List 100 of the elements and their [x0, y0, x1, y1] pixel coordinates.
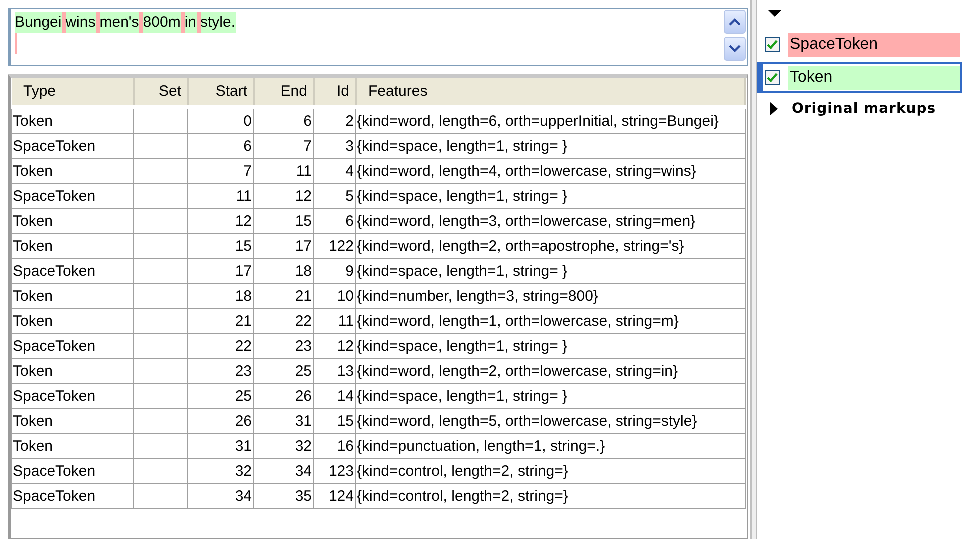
table-cell: 6 [254, 107, 314, 134]
table-cell: 23 [254, 334, 314, 358]
table-cell: 9 [314, 258, 356, 284]
table-cell: 11 [188, 184, 254, 208]
table-cell: 7 [188, 158, 254, 184]
column-header[interactable]: Set [134, 78, 188, 107]
table-cell: {kind=word, length=4, orth=lowercase, string=wins} [356, 158, 745, 184]
table-cell: 31 [188, 434, 254, 458]
table-cell: {kind=space, length=1, string= } [356, 334, 745, 358]
column-header[interactable]: End [254, 78, 314, 107]
column-header[interactable]: Type [12, 78, 134, 107]
token-text: Bungei [15, 12, 62, 33]
table-cell: 31 [254, 408, 314, 434]
token-text: wins [66, 12, 96, 33]
table-cell: {kind=space, length=1, string= } [356, 184, 745, 208]
table-cell: SpaceToken [12, 258, 134, 284]
table-cell: 15 [314, 408, 356, 434]
table-cell: 18 [254, 258, 314, 284]
table-cell: 16 [314, 434, 356, 458]
table-cell: Token [12, 408, 134, 434]
token-text: men [100, 12, 129, 33]
table-cell: {kind=space, length=1, string= } [356, 134, 745, 158]
table-cell: 25 [254, 358, 314, 384]
caret-up-icon [729, 18, 741, 26]
table-cell: {kind=punctuation, length=1, string=.} [356, 434, 745, 458]
table-cell: 32 [254, 434, 314, 458]
token-text: in [184, 12, 197, 33]
table-cell: Token [12, 434, 134, 458]
table-cell: {kind=number, length=3, string=800} [356, 284, 745, 308]
table-cell: 4 [314, 158, 356, 184]
table-cell: 7 [254, 134, 314, 158]
table-cell: 22 [188, 334, 254, 358]
table-cell: 122 [314, 234, 356, 258]
table-cell: SpaceToken [12, 458, 134, 484]
table-cell: SpaceToken [12, 484, 134, 508]
table-cell: 23 [188, 358, 254, 384]
table-cell: 15 [188, 234, 254, 258]
table-cell: SpaceToken [12, 134, 134, 158]
table-cell: {kind=word, length=2, orth=apostrophe, string='s} [356, 234, 745, 258]
table-cell: Token [12, 234, 134, 258]
table-cell: 26 [254, 384, 314, 408]
table-cell: 22 [254, 308, 314, 334]
table-cell: 26 [188, 408, 254, 434]
column-header[interactable]: Id [314, 78, 356, 107]
column-header[interactable]: Start [188, 78, 254, 107]
table-cell: 124 [314, 484, 356, 508]
token-text: style [200, 12, 232, 33]
token-text: . [231, 12, 236, 33]
table-cell: 3 [314, 134, 356, 158]
table-cell: 34 [188, 484, 254, 508]
table-cell: {kind=space, length=1, string= } [356, 258, 745, 284]
table-cell: Token [12, 158, 134, 184]
table-cell: {kind=word, length=5, orth=lowercase, string=style} [356, 408, 745, 434]
expand-arrow-icon[interactable] [770, 102, 778, 116]
token-text: 800 [143, 12, 168, 33]
table-cell: 5 [314, 184, 356, 208]
table-cell: 11 [314, 308, 356, 334]
table-cell: {kind=space, length=1, string= } [356, 384, 745, 408]
table-cell: 6 [188, 134, 254, 158]
table-cell: {kind=control, length=2, string=} [356, 458, 745, 484]
table-cell: 17 [188, 258, 254, 284]
table-cell: 123 [314, 458, 356, 484]
table-cell: 12 [314, 334, 356, 358]
scroll-up-button[interactable] [724, 10, 746, 34]
table-cell: {kind=word, length=2, orth=lowercase, string=in} [356, 358, 745, 384]
document-text-area[interactable]: Bungei wins men's 800m in style. [8, 8, 748, 66]
column-header[interactable]: Features [356, 78, 745, 107]
table-cell: {kind=word, length=3, orth=lowercase, string=men} [356, 208, 745, 234]
annotation-type-row[interactable]: SpaceToken [757, 29, 962, 60]
table-cell: 10 [314, 284, 356, 308]
table-cell: 17 [254, 234, 314, 258]
table-cell: {kind=word, length=6, orth=upperInitial, string=Bungei} [356, 107, 745, 134]
table-cell: 34 [254, 458, 314, 484]
table-cell: Token [12, 107, 134, 134]
annotation-set-label[interactable]: Original markups [792, 101, 936, 117]
table-cell: 2 [314, 107, 356, 134]
table-cell: 18 [188, 284, 254, 308]
token-text: m [168, 12, 181, 33]
table-cell: Token [12, 208, 134, 234]
table-cell: 35 [254, 484, 314, 508]
table-cell: 13 [314, 358, 356, 384]
table-cell: Token [12, 284, 134, 308]
table-cell: {kind=word, length=1, orth=lowercase, string=m} [356, 308, 745, 334]
table-cell: 11 [254, 158, 314, 184]
table-cell: 25 [188, 384, 254, 408]
annotation-type-row[interactable]: Token [757, 62, 962, 93]
table-cell: Token [12, 308, 134, 334]
table-cell: 12 [254, 184, 314, 208]
checkbox[interactable] [765, 37, 780, 52]
expand-arrow-icon[interactable] [768, 10, 782, 17]
table-cell: SpaceToken [12, 184, 134, 208]
table-cell: {kind=control, length=2, string=} [356, 484, 745, 508]
caret-down-icon [729, 45, 741, 53]
annotation-type-label: Token [788, 66, 960, 90]
table-cell: SpaceToken [12, 384, 134, 408]
checkbox[interactable] [765, 70, 780, 85]
scroll-down-button[interactable] [724, 37, 746, 61]
table-cell: 0 [188, 107, 254, 134]
table-cell: 14 [314, 384, 356, 408]
table-cell: 15 [254, 208, 314, 234]
